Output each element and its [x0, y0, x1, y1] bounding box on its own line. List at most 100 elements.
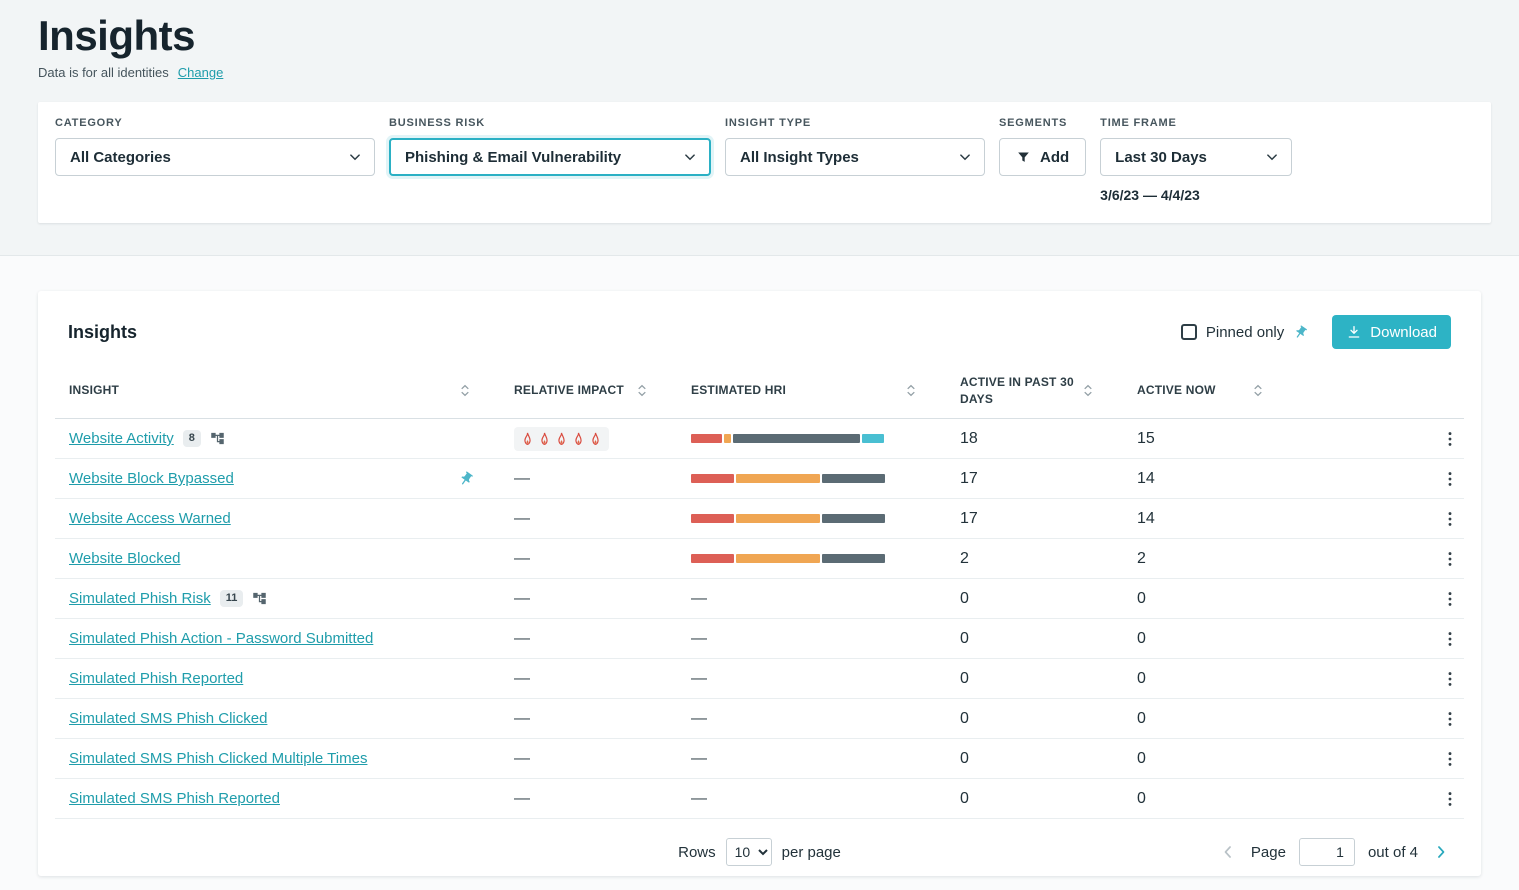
impact-empty: — [514, 710, 530, 727]
table-row: Simulated Phish Action - Password Submit… [55, 619, 1464, 659]
category-filter: CATEGORY All Categories [55, 117, 375, 176]
download-icon [1346, 324, 1362, 340]
sort-icon[interactable] [637, 383, 647, 398]
active-past-30-cell: 17 [946, 470, 1123, 488]
kebab-menu-icon[interactable] [1440, 469, 1460, 489]
column-relative-impact-label: RELATIVE IMPACT [514, 382, 624, 398]
category-select[interactable]: All Categories [55, 138, 375, 176]
hri-bar-segment [733, 434, 860, 443]
table-row: Simulated SMS Phish Clicked Multiple Tim… [55, 739, 1464, 779]
kebab-menu-icon[interactable] [1440, 709, 1460, 729]
impact-flames [514, 427, 609, 451]
active-past-30-cell: 2 [946, 550, 1123, 568]
panel-title: Insights [68, 322, 137, 343]
insight-cell: Simulated Phish Action - Password Submit… [55, 630, 500, 647]
insight-link[interactable]: Simulated SMS Phish Reported [69, 790, 280, 807]
kebab-menu-icon[interactable] [1440, 629, 1460, 649]
row-menu-cell [1424, 549, 1464, 569]
out-of-label: out of 4 [1368, 844, 1418, 861]
kebab-menu-icon-svg [1440, 429, 1460, 449]
estimated-hri-cell: — [677, 750, 946, 768]
change-link[interactable]: Change [178, 65, 224, 80]
insight-link[interactable]: Website Block Bypassed [69, 470, 234, 487]
insight-type-label: INSIGHT TYPE [725, 117, 985, 129]
table-row: Simulated Phish Risk11——00 [55, 579, 1464, 619]
active-now-cell: 14 [1123, 470, 1293, 488]
relative-impact-cell: — [500, 590, 677, 608]
insight-link[interactable]: Website Blocked [69, 550, 180, 567]
table-header: INSIGHT RELATIVE IMPACT ESTIMATED HRI AC… [55, 363, 1464, 419]
kebab-menu-icon[interactable] [1440, 669, 1460, 689]
kebab-menu-icon-svg [1440, 589, 1460, 609]
insight-type-value: All Insight Types [740, 149, 859, 166]
pinned-only-toggle[interactable]: Pinned only [1181, 324, 1308, 341]
flame-icon [590, 432, 601, 446]
row-menu-cell [1424, 749, 1464, 769]
active-now-cell: 0 [1123, 750, 1293, 768]
relative-impact-cell: — [500, 550, 677, 568]
insight-count-badge: 11 [220, 590, 244, 607]
page-input[interactable] [1299, 838, 1355, 866]
prev-page-icon[interactable] [1218, 842, 1238, 862]
business-risk-select[interactable]: Phishing & Email Vulnerability [389, 138, 711, 176]
insight-count-badge: 8 [183, 430, 201, 447]
insight-link[interactable]: Simulated Phish Risk [69, 590, 211, 607]
column-active-now-label: ACTIVE NOW [1137, 382, 1216, 398]
pinned-only-label: Pinned only [1206, 324, 1284, 341]
pin-icon [1290, 322, 1311, 343]
impact-empty: — [514, 750, 530, 767]
insight-link[interactable]: Website Access Warned [69, 510, 231, 527]
active-now-cell: 0 [1123, 790, 1293, 808]
pinned-only-checkbox[interactable] [1181, 324, 1197, 340]
flame-icon [539, 432, 550, 446]
pagination: Page out of 4 [1218, 838, 1451, 866]
insight-type-select[interactable]: All Insight Types [725, 138, 985, 176]
insight-link[interactable]: Simulated Phish Reported [69, 670, 243, 687]
impact-empty: — [514, 670, 530, 687]
rows-per-page-select[interactable]: 10 [726, 838, 772, 866]
sort-icon[interactable] [906, 383, 916, 398]
kebab-menu-icon[interactable] [1440, 789, 1460, 809]
hri-empty: — [691, 790, 707, 807]
kebab-menu-icon[interactable] [1440, 749, 1460, 769]
insight-type-filter: INSIGHT TYPE All Insight Types [725, 117, 985, 176]
relative-impact-cell: — [500, 630, 677, 648]
kebab-menu-icon-svg [1440, 709, 1460, 729]
kebab-menu-icon-svg [1440, 789, 1460, 809]
row-menu-cell [1424, 469, 1464, 489]
relative-impact-cell: — [500, 750, 677, 768]
flame-icon [556, 432, 567, 446]
impact-empty: — [514, 790, 530, 807]
relative-impact-cell: — [500, 710, 677, 728]
sort-icon[interactable] [1253, 383, 1263, 398]
insight-cell: Website Activity 8 [55, 430, 500, 447]
next-page-icon[interactable] [1431, 842, 1451, 862]
estimated-hri-cell [677, 550, 946, 568]
kebab-menu-icon[interactable] [1440, 509, 1460, 529]
impact-empty: — [514, 470, 530, 487]
sort-icon[interactable] [1083, 383, 1093, 398]
segments-filter: SEGMENTS Add [999, 117, 1086, 176]
time-frame-select[interactable]: Last 30 Days [1100, 138, 1292, 176]
active-past-30-cell: 0 [946, 710, 1123, 728]
hri-bar-segment [822, 554, 885, 563]
kebab-menu-icon-svg [1440, 629, 1460, 649]
sort-icon[interactable] [460, 383, 470, 398]
active-now-cell: 0 [1123, 670, 1293, 688]
insight-link[interactable]: Simulated SMS Phish Clicked Multiple Tim… [69, 750, 367, 767]
kebab-menu-icon[interactable] [1440, 549, 1460, 569]
relative-impact-cell: — [500, 790, 677, 808]
insight-link[interactable]: Simulated SMS Phish Clicked [69, 710, 267, 727]
rows-per-page-group: Rows 10 per page [678, 838, 841, 866]
hri-empty: — [691, 630, 707, 647]
insights-panel: Insights Pinned only Download INSIGHT [38, 291, 1481, 876]
insight-link[interactable]: Simulated Phish Action - Password Submit… [69, 630, 373, 647]
kebab-menu-icon[interactable] [1440, 589, 1460, 609]
kebab-menu-icon[interactable] [1440, 429, 1460, 449]
active-past-30-cell: 0 [946, 670, 1123, 688]
segments-add-button[interactable]: Add [999, 138, 1086, 176]
download-button[interactable]: Download [1332, 315, 1451, 349]
insight-link[interactable]: Website Activity [69, 430, 174, 447]
business-risk-value: Phishing & Email Vulnerability [405, 149, 621, 166]
time-frame-range: 3/6/23 — 4/4/23 [1100, 187, 1292, 203]
